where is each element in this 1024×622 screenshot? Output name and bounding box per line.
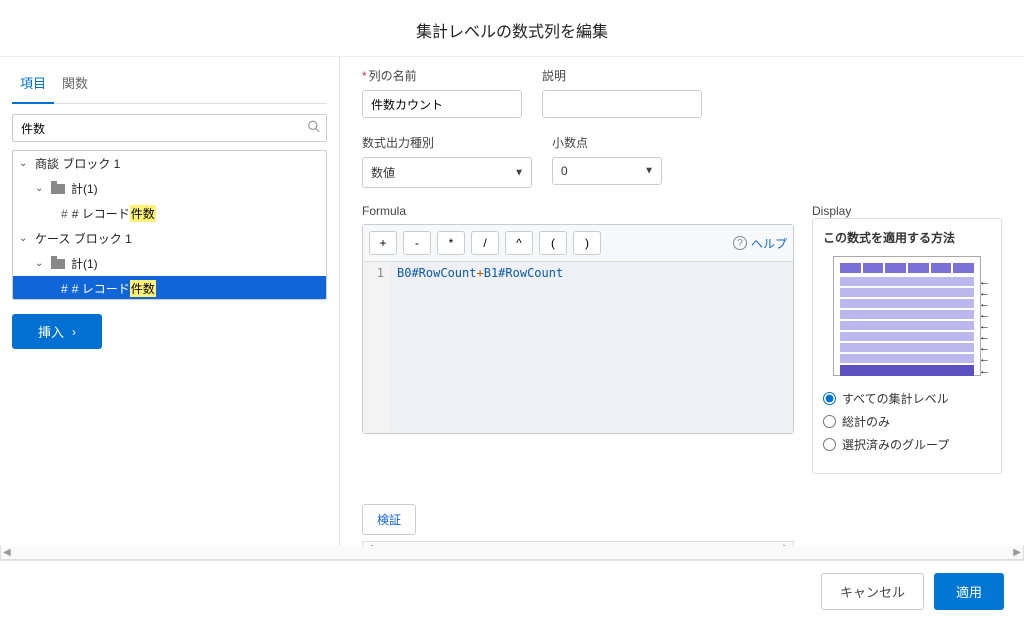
op-div-button[interactable]: / xyxy=(471,231,499,255)
decimal-label: 小数点 xyxy=(552,134,662,151)
description-label: 説明 xyxy=(542,67,702,84)
op-plus-button[interactable]: + xyxy=(369,231,397,255)
formula-textarea[interactable]: B0#RowCount+B1#RowCount xyxy=(391,262,793,433)
validate-button[interactable]: 検証 xyxy=(362,504,416,535)
chevron-down-icon: ⌄ xyxy=(19,158,31,169)
tree-block-1-summary[interactable]: ⌄ 計 (1) xyxy=(13,176,326,201)
tab-functions[interactable]: 関数 xyxy=(54,63,96,103)
cancel-button[interactable]: キャンセル xyxy=(821,573,924,610)
output-type-label: 数式出力種別 xyxy=(362,134,532,151)
formula-toolbar: + - * / ^ ( ) ? ヘルプ xyxy=(363,225,793,262)
radio-grand-total[interactable]: 総計のみ xyxy=(823,413,991,430)
column-name-label: *列の名前 xyxy=(362,67,522,84)
chevron-right-icon: › xyxy=(72,325,76,339)
chevron-down-icon: ▼ xyxy=(514,167,524,178)
op-lparen-button[interactable]: ( xyxy=(539,231,567,255)
chevron-down-icon: ⌄ xyxy=(35,258,47,269)
chevron-down-icon: ⌄ xyxy=(35,183,47,194)
description-input[interactable] xyxy=(542,90,702,118)
line-gutter: 1 xyxy=(363,262,391,433)
radio-selected-group[interactable]: 選択済みのグループ xyxy=(823,436,991,453)
search-highlight: 件数 xyxy=(130,280,156,297)
tab-fields[interactable]: 項目 xyxy=(12,63,54,104)
left-tabs: 項目 関数 xyxy=(12,63,327,104)
op-mult-button[interactable]: * xyxy=(437,231,465,255)
chevron-down-icon: ▼ xyxy=(644,166,654,177)
display-subtitle: この数式を適用する方法 xyxy=(823,229,991,246)
output-type-select[interactable]: 数値 xyxy=(362,157,532,188)
hash-icon: # xyxy=(61,207,68,221)
display-panel: この数式を適用する方法 ← ← ← ← ← ← ← ← ← xyxy=(812,218,1002,474)
column-name-input[interactable] xyxy=(362,90,522,118)
tree-block-1[interactable]: ⌄ 商談 ブロック 1 xyxy=(13,151,326,176)
search-input[interactable] xyxy=(12,114,327,142)
radio-all-levels[interactable]: すべての集計レベル xyxy=(823,390,991,407)
help-icon: ? xyxy=(733,236,747,250)
tree-block-2-rowcount[interactable]: # # レコード件数 xyxy=(13,276,326,300)
display-section-title: Display xyxy=(812,204,851,218)
folder-icon xyxy=(51,184,65,194)
body-h-scrollbar[interactable]: ◀▶ xyxy=(0,546,1024,560)
search-highlight: 件数 xyxy=(130,205,156,222)
formula-editor: + - * / ^ ( ) ? ヘルプ xyxy=(362,224,794,434)
field-tree[interactable]: ⌄ 商談 ブロック 1 ⌄ 計 (1) # # レコード件数 ⌄ ケース ブロッ… xyxy=(12,150,327,300)
search-icon xyxy=(307,120,321,137)
apply-preview-icon: ← ← ← ← ← ← ← ← ← xyxy=(833,256,981,376)
tree-block-2-summary[interactable]: ⌄ 計 (1) xyxy=(13,251,326,276)
hash-icon: # xyxy=(61,282,68,296)
dialog-title: 集計レベルの数式列を編集 xyxy=(0,0,1024,56)
help-link[interactable]: ? ヘルプ xyxy=(733,235,787,252)
op-minus-button[interactable]: - xyxy=(403,231,431,255)
tree-block-1-rowcount[interactable]: # # レコード件数 xyxy=(13,201,326,226)
insert-button[interactable]: 挿入 › xyxy=(12,314,102,349)
chevron-down-icon: ⌄ xyxy=(19,233,31,244)
op-rparen-button[interactable]: ) xyxy=(573,231,601,255)
apply-button[interactable]: 適用 xyxy=(934,573,1004,610)
folder-icon xyxy=(51,259,65,269)
op-pow-button[interactable]: ^ xyxy=(505,231,533,255)
formula-section-title: Formula xyxy=(362,204,794,218)
tree-block-2[interactable]: ⌄ ケース ブロック 1 xyxy=(13,226,326,251)
